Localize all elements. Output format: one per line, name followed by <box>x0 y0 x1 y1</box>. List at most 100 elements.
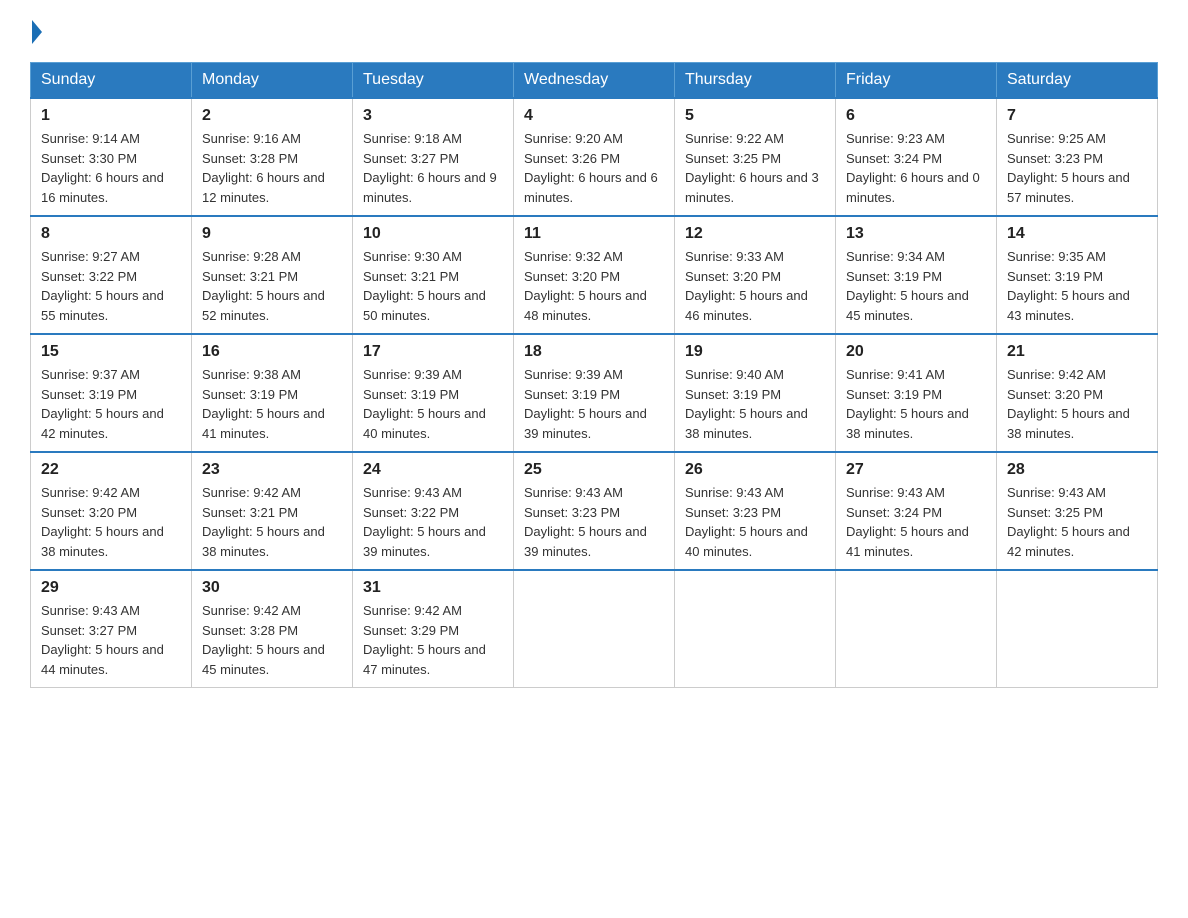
day-info: Sunrise: 9:43 AMSunset: 3:24 PMDaylight:… <box>846 485 969 559</box>
day-number: 24 <box>363 461 503 479</box>
day-number: 8 <box>41 225 181 243</box>
calendar-cell: 22 Sunrise: 9:42 AMSunset: 3:20 PMDaylig… <box>31 452 192 570</box>
calendar-cell: 9 Sunrise: 9:28 AMSunset: 3:21 PMDayligh… <box>192 216 353 334</box>
calendar-cell: 4 Sunrise: 9:20 AMSunset: 3:26 PMDayligh… <box>514 98 675 216</box>
calendar-cell: 2 Sunrise: 9:16 AMSunset: 3:28 PMDayligh… <box>192 98 353 216</box>
calendar-cell <box>675 570 836 688</box>
day-number: 22 <box>41 461 181 479</box>
calendar-week-row: 8 Sunrise: 9:27 AMSunset: 3:22 PMDayligh… <box>31 216 1158 334</box>
day-info: Sunrise: 9:34 AMSunset: 3:19 PMDaylight:… <box>846 249 969 323</box>
day-info: Sunrise: 9:40 AMSunset: 3:19 PMDaylight:… <box>685 367 808 441</box>
day-info: Sunrise: 9:35 AMSunset: 3:19 PMDaylight:… <box>1007 249 1130 323</box>
calendar-cell: 17 Sunrise: 9:39 AMSunset: 3:19 PMDaylig… <box>353 334 514 452</box>
calendar-cell: 23 Sunrise: 9:42 AMSunset: 3:21 PMDaylig… <box>192 452 353 570</box>
day-info: Sunrise: 9:32 AMSunset: 3:20 PMDaylight:… <box>524 249 647 323</box>
calendar-cell: 14 Sunrise: 9:35 AMSunset: 3:19 PMDaylig… <box>997 216 1158 334</box>
day-info: Sunrise: 9:25 AMSunset: 3:23 PMDaylight:… <box>1007 131 1130 205</box>
day-info: Sunrise: 9:42 AMSunset: 3:20 PMDaylight:… <box>41 485 164 559</box>
calendar-week-row: 15 Sunrise: 9:37 AMSunset: 3:19 PMDaylig… <box>31 334 1158 452</box>
day-number: 3 <box>363 107 503 125</box>
day-number: 5 <box>685 107 825 125</box>
calendar-week-row: 29 Sunrise: 9:43 AMSunset: 3:27 PMDaylig… <box>31 570 1158 688</box>
weekday-header-saturday: Saturday <box>997 63 1158 99</box>
day-number: 28 <box>1007 461 1147 479</box>
day-number: 19 <box>685 343 825 361</box>
day-number: 23 <box>202 461 342 479</box>
day-number: 25 <box>524 461 664 479</box>
day-number: 7 <box>1007 107 1147 125</box>
day-number: 31 <box>363 579 503 597</box>
day-info: Sunrise: 9:42 AMSunset: 3:29 PMDaylight:… <box>363 603 486 677</box>
weekday-header-sunday: Sunday <box>31 63 192 99</box>
calendar-week-row: 22 Sunrise: 9:42 AMSunset: 3:20 PMDaylig… <box>31 452 1158 570</box>
calendar-cell: 5 Sunrise: 9:22 AMSunset: 3:25 PMDayligh… <box>675 98 836 216</box>
page-header <box>30 20 1158 44</box>
calendar-cell: 11 Sunrise: 9:32 AMSunset: 3:20 PMDaylig… <box>514 216 675 334</box>
calendar-cell: 15 Sunrise: 9:37 AMSunset: 3:19 PMDaylig… <box>31 334 192 452</box>
day-info: Sunrise: 9:37 AMSunset: 3:19 PMDaylight:… <box>41 367 164 441</box>
calendar-cell <box>836 570 997 688</box>
calendar-cell: 25 Sunrise: 9:43 AMSunset: 3:23 PMDaylig… <box>514 452 675 570</box>
calendar-cell: 8 Sunrise: 9:27 AMSunset: 3:22 PMDayligh… <box>31 216 192 334</box>
day-number: 11 <box>524 225 664 243</box>
calendar-cell: 28 Sunrise: 9:43 AMSunset: 3:25 PMDaylig… <box>997 452 1158 570</box>
calendar-cell <box>997 570 1158 688</box>
calendar-cell: 30 Sunrise: 9:42 AMSunset: 3:28 PMDaylig… <box>192 570 353 688</box>
day-info: Sunrise: 9:43 AMSunset: 3:23 PMDaylight:… <box>685 485 808 559</box>
day-info: Sunrise: 9:43 AMSunset: 3:23 PMDaylight:… <box>524 485 647 559</box>
day-number: 27 <box>846 461 986 479</box>
calendar-cell: 27 Sunrise: 9:43 AMSunset: 3:24 PMDaylig… <box>836 452 997 570</box>
logo-blue-part <box>30 20 42 44</box>
day-number: 21 <box>1007 343 1147 361</box>
day-number: 13 <box>846 225 986 243</box>
day-number: 26 <box>685 461 825 479</box>
calendar-cell: 20 Sunrise: 9:41 AMSunset: 3:19 PMDaylig… <box>836 334 997 452</box>
calendar-body: 1 Sunrise: 9:14 AMSunset: 3:30 PMDayligh… <box>31 98 1158 688</box>
calendar-header: SundayMondayTuesdayWednesdayThursdayFrid… <box>31 63 1158 99</box>
calendar-cell: 13 Sunrise: 9:34 AMSunset: 3:19 PMDaylig… <box>836 216 997 334</box>
calendar-week-row: 1 Sunrise: 9:14 AMSunset: 3:30 PMDayligh… <box>31 98 1158 216</box>
day-number: 14 <box>1007 225 1147 243</box>
weekday-header-thursday: Thursday <box>675 63 836 99</box>
weekday-row: SundayMondayTuesdayWednesdayThursdayFrid… <box>31 63 1158 99</box>
day-number: 1 <box>41 107 181 125</box>
day-number: 15 <box>41 343 181 361</box>
day-info: Sunrise: 9:42 AMSunset: 3:28 PMDaylight:… <box>202 603 325 677</box>
day-number: 20 <box>846 343 986 361</box>
day-info: Sunrise: 9:41 AMSunset: 3:19 PMDaylight:… <box>846 367 969 441</box>
day-info: Sunrise: 9:30 AMSunset: 3:21 PMDaylight:… <box>363 249 486 323</box>
calendar-cell: 19 Sunrise: 9:40 AMSunset: 3:19 PMDaylig… <box>675 334 836 452</box>
calendar-cell: 7 Sunrise: 9:25 AMSunset: 3:23 PMDayligh… <box>997 98 1158 216</box>
day-number: 29 <box>41 579 181 597</box>
calendar-cell: 12 Sunrise: 9:33 AMSunset: 3:20 PMDaylig… <box>675 216 836 334</box>
calendar-cell: 1 Sunrise: 9:14 AMSunset: 3:30 PMDayligh… <box>31 98 192 216</box>
weekday-header-wednesday: Wednesday <box>514 63 675 99</box>
calendar-cell: 26 Sunrise: 9:43 AMSunset: 3:23 PMDaylig… <box>675 452 836 570</box>
day-info: Sunrise: 9:16 AMSunset: 3:28 PMDaylight:… <box>202 131 325 205</box>
calendar-cell: 21 Sunrise: 9:42 AMSunset: 3:20 PMDaylig… <box>997 334 1158 452</box>
day-number: 4 <box>524 107 664 125</box>
day-info: Sunrise: 9:43 AMSunset: 3:22 PMDaylight:… <box>363 485 486 559</box>
day-number: 12 <box>685 225 825 243</box>
calendar-cell: 24 Sunrise: 9:43 AMSunset: 3:22 PMDaylig… <box>353 452 514 570</box>
day-info: Sunrise: 9:42 AMSunset: 3:21 PMDaylight:… <box>202 485 325 559</box>
day-number: 9 <box>202 225 342 243</box>
calendar-cell <box>514 570 675 688</box>
day-info: Sunrise: 9:39 AMSunset: 3:19 PMDaylight:… <box>524 367 647 441</box>
logo <box>30 20 42 44</box>
day-info: Sunrise: 9:20 AMSunset: 3:26 PMDaylight:… <box>524 131 658 205</box>
day-number: 18 <box>524 343 664 361</box>
logo-triangle-icon <box>32 20 42 44</box>
calendar-cell: 31 Sunrise: 9:42 AMSunset: 3:29 PMDaylig… <box>353 570 514 688</box>
calendar-cell: 6 Sunrise: 9:23 AMSunset: 3:24 PMDayligh… <box>836 98 997 216</box>
day-info: Sunrise: 9:27 AMSunset: 3:22 PMDaylight:… <box>41 249 164 323</box>
day-info: Sunrise: 9:39 AMSunset: 3:19 PMDaylight:… <box>363 367 486 441</box>
day-info: Sunrise: 9:42 AMSunset: 3:20 PMDaylight:… <box>1007 367 1130 441</box>
day-info: Sunrise: 9:43 AMSunset: 3:27 PMDaylight:… <box>41 603 164 677</box>
day-info: Sunrise: 9:22 AMSunset: 3:25 PMDaylight:… <box>685 131 819 205</box>
day-info: Sunrise: 9:33 AMSunset: 3:20 PMDaylight:… <box>685 249 808 323</box>
weekday-header-tuesday: Tuesday <box>353 63 514 99</box>
calendar-cell: 10 Sunrise: 9:30 AMSunset: 3:21 PMDaylig… <box>353 216 514 334</box>
calendar-cell: 16 Sunrise: 9:38 AMSunset: 3:19 PMDaylig… <box>192 334 353 452</box>
day-number: 16 <box>202 343 342 361</box>
